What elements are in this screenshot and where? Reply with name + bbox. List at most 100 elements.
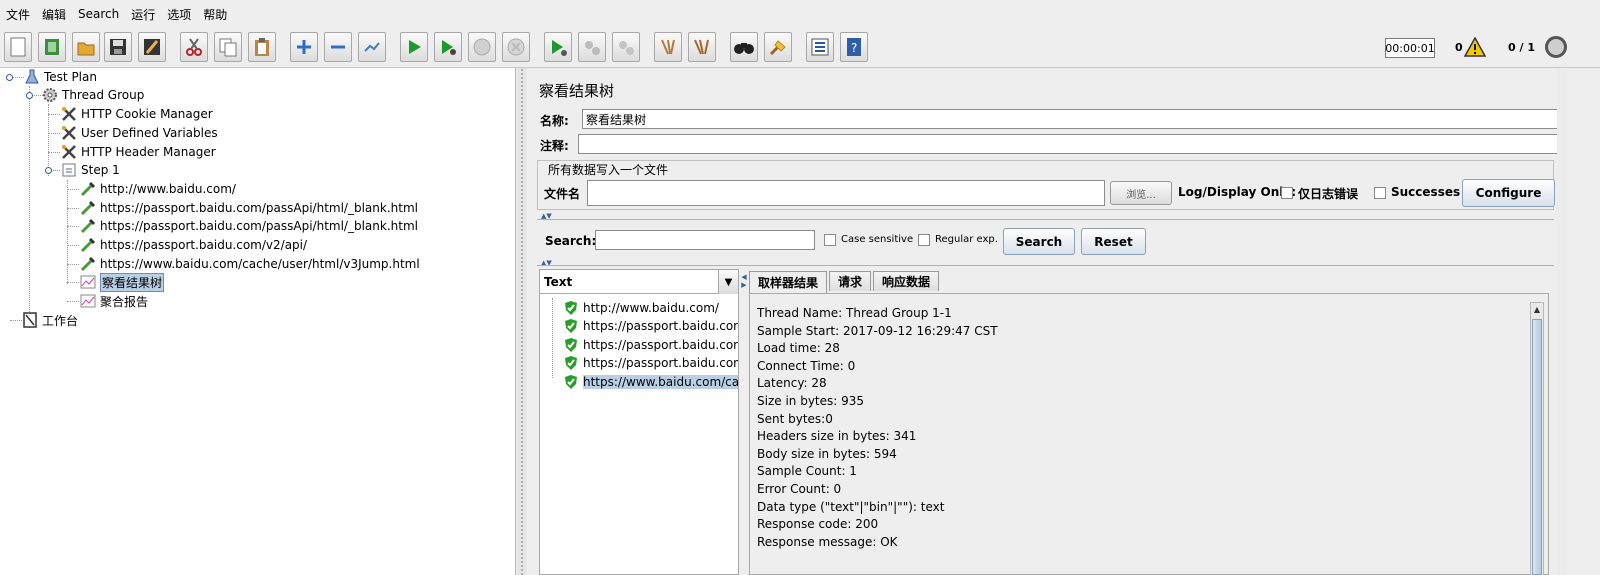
menu-search[interactable]: Search: [78, 7, 119, 21]
result-label: https://passport.baidu.com/p: [583, 319, 738, 333]
detail-line: Error Count: 0: [757, 481, 842, 496]
renderer-select[interactable]: Text ▼: [540, 270, 738, 294]
detail-line: Connect Time: 0: [757, 358, 856, 373]
menu-edit[interactable]: 编辑: [42, 6, 66, 23]
tree-label: 察看结果树: [100, 272, 165, 292]
warning-icon[interactable]: [1464, 37, 1486, 57]
copy-icon[interactable]: [214, 32, 242, 62]
start-no-pauses-icon[interactable]: [434, 32, 462, 62]
result-label: http://www.baidu.com/: [583, 301, 719, 315]
tree-sampler[interactable]: https://passport.baidu.com/passApi/html/…: [80, 217, 418, 235]
clear-icon[interactable]: [654, 32, 682, 62]
detail-line: Thread Name: Thread Group 1-1: [757, 306, 952, 320]
split-pane-divider[interactable]: [517, 68, 527, 575]
tree-sampler[interactable]: http://www.baidu.com/: [80, 180, 236, 198]
templates-icon[interactable]: [38, 32, 66, 62]
successes-checkbox[interactable]: [1374, 187, 1386, 199]
comment-label: 注释:: [540, 139, 569, 153]
tree-step1[interactable]: Step 1: [61, 161, 120, 179]
toggle-icon[interactable]: [358, 32, 386, 62]
name-field[interactable]: 察看结果树: [582, 109, 1567, 129]
save-as-icon[interactable]: [138, 32, 166, 62]
outer-scrollbar[interactable]: [1557, 68, 1567, 575]
menu-run[interactable]: 运行: [131, 6, 155, 23]
result-label: https://passport.baidu.com/v: [583, 356, 738, 370]
stop-icon[interactable]: [468, 32, 496, 62]
chevron-down-icon[interactable]: ▼: [718, 270, 738, 294]
menu-help[interactable]: 帮助: [203, 6, 227, 23]
collapse-icon[interactable]: [324, 32, 352, 62]
detail-line: Response message: OK: [757, 534, 898, 549]
vertical-scrollbar[interactable]: ▲: [1530, 302, 1544, 575]
remote-exit-icon[interactable]: [612, 32, 640, 62]
log-display-label: Log/Display Only:: [1178, 185, 1296, 199]
search-button[interactable]: Search: [1003, 228, 1075, 255]
paste-icon[interactable]: [248, 32, 276, 62]
remote-status-icon: [1545, 36, 1567, 58]
pipette-icon: [80, 256, 96, 272]
result-label: https://www.baidu.com/cach: [583, 375, 738, 389]
tree-thread-group[interactable]: Thread Group: [42, 86, 144, 104]
tree-label: https://passport.baidu.com/passApi/html/…: [100, 219, 418, 233]
find-icon[interactable]: [730, 32, 758, 62]
tab-response-data[interactable]: 响应数据: [873, 271, 940, 291]
clear-all-icon[interactable]: [688, 32, 716, 62]
tree-view-results[interactable]: 察看结果树: [80, 272, 165, 292]
remote-stop-icon[interactable]: [578, 32, 606, 62]
case-sensitive-checkbox[interactable]: [824, 234, 836, 246]
menu-file[interactable]: 文件: [6, 6, 30, 23]
reset-search-icon[interactable]: [764, 32, 792, 62]
scroll-thumb[interactable]: [1532, 319, 1542, 575]
tree-header-manager[interactable]: HTTP Header Manager: [61, 143, 216, 161]
scroll-up-icon[interactable]: ▲: [1532, 304, 1542, 316]
regex-checkbox[interactable]: [918, 234, 930, 246]
comment-field[interactable]: [578, 134, 1567, 154]
tree-workbench[interactable]: 工作台: [22, 311, 78, 329]
tree-label: 聚合报告: [100, 294, 149, 309]
list-item[interactable]: https://passport.baidu.com/v: [564, 354, 738, 372]
pipette-icon: [80, 237, 96, 253]
tree-label: https://passport.baidu.com/v2/api/: [100, 238, 308, 252]
tree-label: http://www.baidu.com/: [100, 182, 236, 196]
remote-start-icon[interactable]: [544, 32, 572, 62]
function-helper-icon[interactable]: [806, 32, 834, 62]
tree-user-variables[interactable]: User Defined Variables: [61, 124, 218, 142]
sample-result-list: Text ▼ http://www.baidu.com/ https://pas…: [539, 269, 739, 575]
tree-aggregate-report[interactable]: 聚合报告: [80, 292, 148, 310]
open-icon[interactable]: [72, 32, 100, 62]
new-icon[interactable]: [4, 32, 32, 62]
configure-button[interactable]: Configure: [1462, 179, 1555, 207]
list-item[interactable]: https://passport.baidu.com/p: [564, 336, 738, 354]
detail-line: Headers size in bytes: 341: [757, 429, 917, 444]
list-item[interactable]: http://www.baidu.com/: [564, 299, 738, 317]
browse-button[interactable]: 浏览...: [1110, 181, 1172, 205]
expand-toggle[interactable]: [6, 74, 13, 81]
save-icon[interactable]: [104, 32, 132, 62]
search-input[interactable]: [595, 230, 815, 250]
menu-options[interactable]: 选项: [167, 6, 191, 23]
detail-line: Data type ("text"|"bin"|""): text: [757, 499, 945, 514]
tab-sampler-result[interactable]: 取样器结果: [749, 271, 828, 293]
cut-icon[interactable]: [180, 32, 208, 62]
collapse-arrows-icon[interactable]: ◀▶: [740, 273, 748, 289]
tree-cookie-manager[interactable]: HTTP Cookie Manager: [61, 105, 213, 123]
list-item[interactable]: https://www.baidu.com/cach: [564, 373, 738, 391]
expand-toggle[interactable]: [26, 92, 33, 99]
shutdown-icon[interactable]: [502, 32, 530, 62]
errors-only-checkbox[interactable]: [1281, 187, 1293, 199]
reset-button[interactable]: Reset: [1081, 228, 1146, 255]
help-icon[interactable]: ?: [840, 32, 868, 62]
tree-sampler[interactable]: https://passport.baidu.com/v2/api/: [80, 236, 307, 254]
expand-icon[interactable]: [290, 32, 318, 62]
tree-test-plan[interactable]: Test Plan: [24, 68, 97, 86]
tree-sampler[interactable]: https://passport.baidu.com/passApi/html/…: [80, 199, 418, 217]
pipette-icon: [80, 200, 96, 216]
controller-icon: [62, 163, 76, 177]
tree-label: https://passport.baidu.com/passApi/html/…: [100, 201, 418, 215]
expand-toggle[interactable]: [45, 167, 52, 174]
tab-request[interactable]: 请求: [829, 271, 872, 291]
tree-sampler[interactable]: https://www.baidu.com/cache/user/html/v3…: [80, 255, 420, 273]
list-item[interactable]: https://passport.baidu.com/p: [564, 317, 738, 335]
filename-input[interactable]: [587, 180, 1105, 206]
start-icon[interactable]: [400, 32, 428, 62]
